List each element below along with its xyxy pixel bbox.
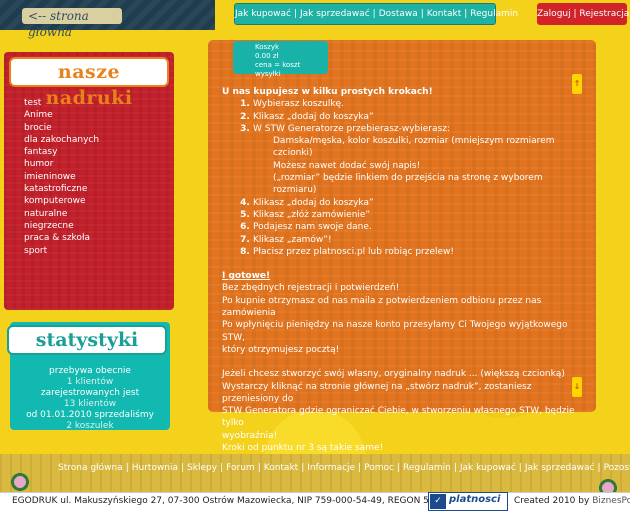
footer-separator: | <box>597 463 601 473</box>
platnosci-logo[interactable]: ✓ platnosci <box>428 492 508 511</box>
category-item[interactable]: komputerowe <box>24 195 99 207</box>
step-item: Wybierasz koszulkę. <box>253 98 582 110</box>
footer-link-wholesale[interactable]: Hurtownia <box>132 463 178 473</box>
own-design-line: STW Generatora gdzie ograniczać Ciebie, … <box>222 406 575 429</box>
category-item[interactable]: naturalne <box>24 208 99 220</box>
category-item[interactable]: imieninowe <box>24 171 99 183</box>
done-title: I gotowe! <box>222 271 271 282</box>
footer-link-forum[interactable]: Forum <box>226 463 255 473</box>
company-info: EGODRUK ul. Makuszyńskiego 27, 07-300 Os… <box>12 496 475 506</box>
content-text: U nas kupujesz w kilku prostych krokach!… <box>222 86 582 454</box>
cart-note: cena = koszt wysyłki <box>255 61 301 78</box>
footer-link-other[interactable]: Pozostałe <box>604 463 630 473</box>
footer-separator: | <box>181 463 185 473</box>
category-item[interactable]: niegrzecne <box>24 220 99 232</box>
nav-terms[interactable]: Regulamin <box>470 9 518 19</box>
platnosci-wordmark: platnosci <box>449 494 501 505</box>
category-item[interactable]: sport <box>24 245 99 257</box>
step-item: Klikasz „dodaj do koszyka” <box>253 111 582 123</box>
footer-link-home[interactable]: Strona główna <box>58 463 123 473</box>
footer-link-how-to-sell[interactable]: Jak sprzedawać <box>525 463 595 473</box>
nav-contact[interactable]: Kontakt <box>427 9 461 19</box>
nav-separator: | <box>464 9 468 19</box>
register-link[interactable]: Rejestracja <box>579 9 629 19</box>
stats-title: statystyki <box>7 325 167 355</box>
category-item[interactable]: katastroficzne <box>24 183 99 195</box>
footer-separator: | <box>396 463 401 473</box>
steps-list: Wybierasz koszulkę. Klikasz „dodaj do ko… <box>241 98 582 258</box>
stats-online-count: 1 klientów <box>66 377 114 387</box>
own-design-line: wyobraźnia! <box>222 430 278 441</box>
stats-online-label: przebywa obecnie <box>49 366 131 376</box>
footer-separator: | <box>220 463 224 473</box>
nav-separator: | <box>420 9 424 19</box>
step-detail: („rozmiar” będzie linkiem do przejścia n… <box>273 173 543 196</box>
nav-delivery[interactable]: Dostawa <box>379 9 418 19</box>
footer-link-info[interactable]: Informacje <box>307 463 355 473</box>
nav-how-to-buy[interactable]: Jak kupować <box>235 9 291 19</box>
login-link[interactable]: Zaloguj <box>537 9 571 19</box>
step-item: W STW Generatorze przebierasz-wybierasz:… <box>253 123 582 197</box>
footer-nav: Strona główna | Hurtownia | Sklepy | Forum | Kon… <box>58 461 630 475</box>
created-label: Created <box>514 496 550 506</box>
scroll-up-button[interactable]: ↑ <box>572 74 582 94</box>
footer-separator: | <box>453 463 457 473</box>
own-design-line: Kroki od punktu nr 3 są takie same! <box>222 443 384 454</box>
step-detail: Damska/męska, kolor koszulki, rozmiar (m… <box>273 136 555 159</box>
footer-link-shops[interactable]: Sklepy <box>187 463 217 473</box>
nav-separator: | <box>372 9 376 19</box>
stats-registered-label: zarejestrowanych jest <box>40 388 140 398</box>
step-item: Klikasz „złóż zamówienie” <box>253 209 582 221</box>
home-link[interactable]: <-- strona główna <box>22 8 122 39</box>
auth-nav: Zaloguj | Rejestracja <box>537 3 629 25</box>
nav-how-to-sell[interactable]: Jak sprzedawać <box>300 9 370 19</box>
done-line: Po kupnie otrzymasz od nas maila z potwi… <box>222 295 542 319</box>
stats-sold-count: 2 koszulek <box>66 421 114 431</box>
cart-box[interactable]: Koszyk 0.00 zł cena = koszt wysyłki <box>233 41 328 78</box>
category-item[interactable]: brocie <box>24 122 99 134</box>
footer-separator: | <box>518 463 522 473</box>
scroll-down-button[interactable]: ↓ <box>572 377 582 397</box>
category-item[interactable]: fantasy <box>24 146 99 158</box>
categories-title: nasze nadruki <box>9 57 169 109</box>
category-item[interactable]: praca & szkoła <box>24 232 99 244</box>
cart-label: Koszyk <box>255 43 280 51</box>
done-line: Po wpłynięciu pieniędzy na nasze konto p… <box>222 320 568 343</box>
own-design-line: Jeżeli chcesz stworzyć swój własny, oryg… <box>222 369 565 380</box>
footer-separator: | <box>358 463 362 473</box>
done-line: Bez zbędnych rejestracji i potwierdzeń! <box>222 283 400 294</box>
own-design-line: Wystarczy kliknąć na stronie głównej na … <box>222 381 532 404</box>
step-item-text: W STW Generatorze przebierasz-wybierasz: <box>253 123 450 134</box>
category-item[interactable]: test <box>24 97 99 109</box>
footer-link-contact[interactable]: Kontakt <box>264 463 298 473</box>
step-item: Klikasz „dodaj do koszyka” <box>253 197 582 209</box>
nav-separator: | <box>293 9 297 19</box>
categories-list: test Anime brocie dla zakochanych fantas… <box>24 97 99 257</box>
footer-separator: | <box>257 463 261 473</box>
created-by: Created 2010 by BiznesPort <box>514 496 630 506</box>
stats-body: przebywa obecnie 1 klientów zarejestrowa… <box>10 366 170 432</box>
footer-separator: | <box>125 463 129 473</box>
footer-link-terms[interactable]: Regulamin <box>403 463 451 473</box>
footer-separator: | <box>301 463 305 473</box>
footer-link-how-to-buy[interactable]: Jak kupować <box>460 463 516 473</box>
step-item: Płacisz przez platnosci.pl lub robiąc pr… <box>253 246 582 258</box>
category-item[interactable]: Anime <box>24 109 99 121</box>
step-item: Podajesz nam swoje dane. <box>253 221 582 233</box>
done-line: który otrzymujesz pocztą! <box>222 344 340 355</box>
category-item[interactable]: humor <box>24 158 99 170</box>
created-year: 2010 by <box>552 496 590 506</box>
main-nav: Jak kupować | Jak sprzedawać | Dostawa | Konta… <box>234 3 518 25</box>
auth-separator: | <box>573 9 577 19</box>
stats-registered-count: 13 klientów <box>63 399 117 409</box>
step-detail: Możesz nawet dodać swój napis! <box>273 160 421 171</box>
category-item[interactable]: dla zakochanych <box>24 134 99 146</box>
payment-logo-icon: ✓ <box>430 494 446 509</box>
intro-title: U nas kupujesz w kilku prostych krokach! <box>222 87 433 97</box>
footer-link-help[interactable]: Pomoc <box>364 463 394 473</box>
step-item: Klikasz „zamów”! <box>253 234 582 246</box>
creator-link[interactable]: BiznesPort <box>592 496 630 506</box>
cart-amount: 0.00 zł <box>255 52 279 60</box>
stats-sold-label: od 01.01.2010 sprzedaliśmy <box>26 410 154 420</box>
